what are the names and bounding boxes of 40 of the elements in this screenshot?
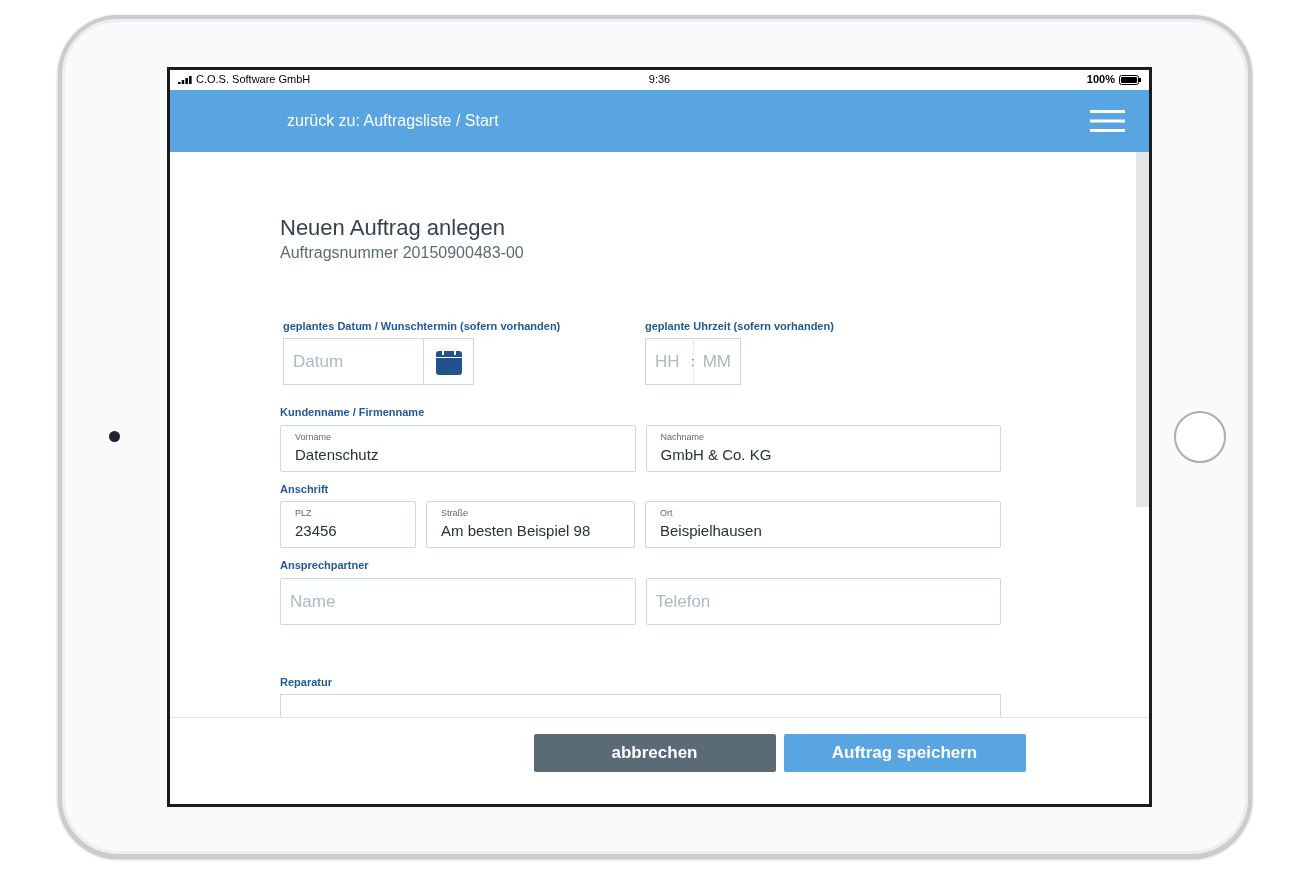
field-input[interactable]: Telefon [655, 590, 986, 614]
section-label: Kundenname / Firmenname [280, 405, 425, 421]
input-field[interactable]: Telefon [645, 577, 1001, 625]
input-field[interactable]: Vorname Datenschutz [280, 424, 636, 472]
field-input[interactable]: GmbH & Co. KG [660, 443, 986, 467]
input-field[interactable]: Nachname GmbH & Co. KG [645, 424, 1001, 472]
status-time: 9:36 [648, 73, 671, 86]
field-label: PLZ [295, 508, 313, 520]
field-label: Straße [441, 508, 469, 520]
home-button[interactable] [1174, 410, 1226, 463]
scrollbar[interactable] [1136, 151, 1149, 507]
carrier-name: C.O.S. Software GmbH [196, 72, 311, 88]
field-label: Ort [660, 508, 674, 520]
field-input[interactable]: 23456 [295, 520, 401, 543]
field-label: Nachname [660, 431, 706, 443]
input-field[interactable]: PLZ 23456 [280, 501, 416, 549]
input-field[interactable]: Name [280, 577, 636, 625]
field-input[interactable]: Beispielhausen [660, 520, 986, 543]
battery-icon [1119, 74, 1141, 85]
field-label: geplante Uhrzeit (sofern vorhanden) [645, 318, 834, 334]
camera-dot [109, 431, 120, 442]
signal-icon [178, 75, 192, 84]
time-separator: : [691, 353, 695, 372]
field-input[interactable]: Name [290, 590, 621, 614]
field-label: Vorname [295, 431, 333, 443]
section-label: Ansprechpartner [280, 558, 369, 574]
menu-icon[interactable] [1090, 109, 1125, 132]
input-field[interactable]: Straße Am besten Beispiel 98 [426, 501, 635, 549]
form-title: Neuen Auftrag anlegen [280, 214, 507, 241]
field-input[interactable]: Datenschutz [295, 443, 621, 467]
calendar-button[interactable] [424, 338, 474, 386]
input-field[interactable]: Ort Beispielhausen [645, 501, 1001, 549]
field-label: geplantes Datum / Wunschtermin (sofern vorhanden) [283, 318, 561, 334]
field-input[interactable]: Am besten Beispiel 98 [441, 520, 620, 543]
battery-percent: 100% [1086, 72, 1115, 88]
date-field[interactable]: Datum [283, 338, 424, 386]
section-label: Reparatur [280, 674, 332, 690]
order-number: Auftragsnummer 20150900483-00 [280, 242, 525, 263]
cancel-button[interactable]: abbrechen [533, 733, 776, 772]
section-label: Anschrift [280, 481, 329, 497]
